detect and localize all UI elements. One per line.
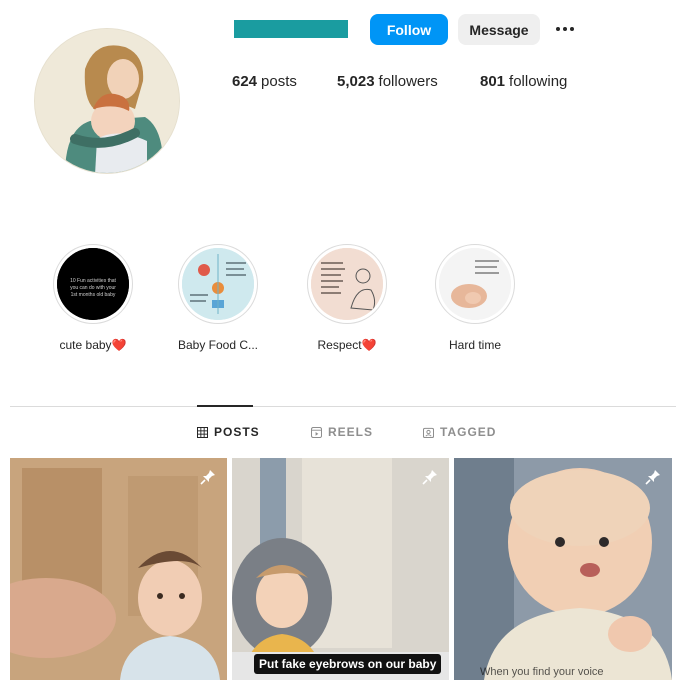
followers-count: 5,023 xyxy=(337,73,375,90)
tagged-icon xyxy=(423,427,434,438)
post-caption: When you find your voice xyxy=(480,666,604,678)
follow-button[interactable]: Follow xyxy=(370,14,448,45)
tabs-divider xyxy=(10,406,676,407)
holding-hands-image xyxy=(439,248,511,320)
post-thumbnail[interactable]: Put fake eyebrows on our baby xyxy=(232,458,449,680)
svg-text:1st months old baby: 1st months old baby xyxy=(71,292,116,298)
highlight-respect[interactable]: Respect❤️ xyxy=(297,244,397,352)
respect-illustration-image xyxy=(311,248,383,320)
baby-photo-image xyxy=(10,458,227,680)
tab-label: REELS xyxy=(328,425,374,439)
pin-icon xyxy=(422,470,437,485)
highlight-label: Baby Food C... xyxy=(177,338,259,352)
followers-stat[interactable]: 5,023 followers xyxy=(337,73,438,90)
mother-hugging-baby-illustration xyxy=(35,29,179,173)
highlight-label: Respect❤️ xyxy=(317,338,377,352)
highlight-hard-time[interactable]: Hard time xyxy=(425,244,525,352)
smiling-baby-photo-image xyxy=(454,458,672,680)
active-tab-indicator xyxy=(197,405,253,407)
svg-text:10 Fun activities that: 10 Fun activities that xyxy=(70,278,116,284)
following-stat[interactable]: 801 following xyxy=(480,73,567,90)
following-label: following xyxy=(509,73,568,90)
tab-reels[interactable]: REELS xyxy=(311,425,373,439)
posts-label: posts xyxy=(261,73,297,90)
post-thumbnail[interactable] xyxy=(10,458,227,680)
highlight-baby-food[interactable]: Baby Food C... xyxy=(168,244,268,352)
posts-count: 624 xyxy=(232,73,258,90)
message-button[interactable]: Message xyxy=(458,14,540,45)
username-redacted-bar xyxy=(234,20,348,38)
tab-label: TAGGED xyxy=(440,425,497,439)
pin-icon xyxy=(200,470,215,485)
post-caption: Put fake eyebrows on our baby xyxy=(254,654,442,674)
grid-icon xyxy=(197,426,208,438)
svg-text:you can do with your: you can do with your xyxy=(70,285,116,291)
baby-food-infographic-image xyxy=(182,248,254,320)
reels-icon xyxy=(311,426,322,438)
baby-highchair-photo-image xyxy=(232,458,449,680)
tab-tagged[interactable]: TAGGED xyxy=(423,425,496,439)
followers-label: followers xyxy=(378,73,438,90)
posts-stat: 624 posts xyxy=(232,73,297,90)
highlight-label: Hard time xyxy=(448,338,501,352)
following-count: 801 xyxy=(480,73,506,90)
tab-posts[interactable]: POSTS xyxy=(197,425,260,439)
pin-icon xyxy=(645,470,660,485)
profile-avatar[interactable] xyxy=(34,28,180,174)
more-options-icon[interactable] xyxy=(552,18,578,40)
tab-label: POSTS xyxy=(214,425,260,439)
highlight-label: cute baby❤️ xyxy=(59,338,127,352)
highlight-cute-baby[interactable]: 10 Fun activities that you can do with y… xyxy=(43,244,143,352)
post-thumbnail[interactable]: When you find your voice xyxy=(454,458,672,680)
highlight-cover-text: 10 Fun activities that you can do with y… xyxy=(57,248,129,320)
